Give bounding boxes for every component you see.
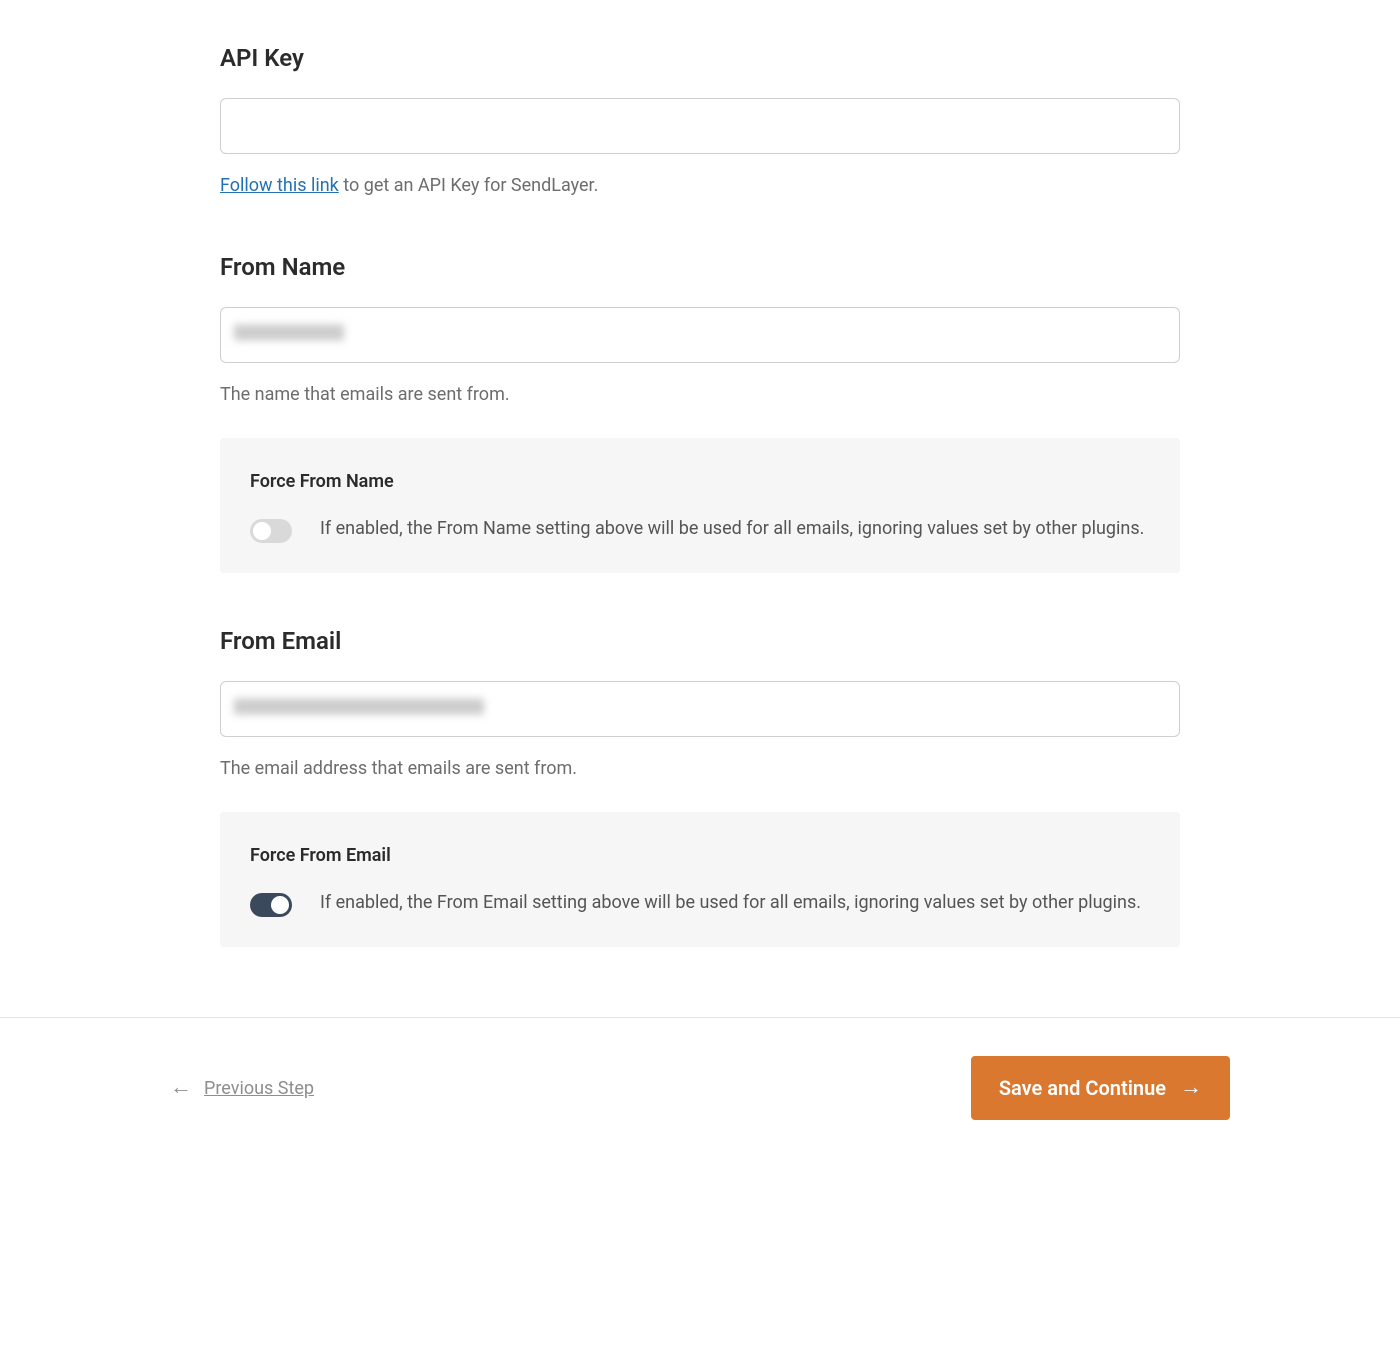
from-name-input[interactable] — [220, 307, 1180, 363]
previous-step-link[interactable]: ← Previous Step — [170, 1075, 314, 1102]
force-from-email-toggle[interactable] — [250, 893, 292, 917]
force-from-name-box: Force From Name If enabled, the From Nam… — [220, 438, 1180, 573]
api-key-input[interactable] — [220, 98, 1180, 154]
from-name-help: The name that emails are sent from. — [220, 381, 1180, 408]
force-from-email-desc: If enabled, the From Email setting above… — [320, 889, 1141, 917]
force-from-email-box: Force From Email If enabled, the From Em… — [220, 812, 1180, 947]
api-key-help: Follow this link to get an API Key for S… — [220, 172, 1180, 199]
from-email-label: From Email — [220, 623, 1180, 659]
save-continue-label: Save and Continue — [999, 1076, 1166, 1100]
from-name-label: From Name — [220, 249, 1180, 285]
toggle-knob — [271, 896, 289, 914]
previous-step-label: Previous Step — [204, 1075, 314, 1102]
api-key-link[interactable]: Follow this link — [220, 175, 339, 196]
arrow-right-icon: → — [1180, 1077, 1202, 1099]
from-email-help: The email address that emails are sent f… — [220, 755, 1180, 782]
force-from-name-title: Force From Name — [250, 468, 1150, 495]
from-email-section: From Email The email address that emails… — [220, 623, 1180, 947]
force-from-email-title: Force From Email — [250, 842, 1150, 869]
toggle-knob — [253, 522, 271, 540]
force-from-name-desc: If enabled, the From Name setting above … — [320, 515, 1144, 543]
footer: ← Previous Step Save and Continue → — [140, 1018, 1260, 1160]
from-email-input[interactable] — [220, 681, 1180, 737]
force-from-name-toggle[interactable] — [250, 519, 292, 543]
from-name-section: From Name The name that emails are sent … — [220, 249, 1180, 573]
api-key-section: API Key Follow this link to get an API K… — [220, 40, 1180, 199]
api-key-help-text: to get an API Key for SendLayer. — [339, 175, 599, 196]
arrow-left-icon: ← — [170, 1077, 192, 1099]
save-continue-button[interactable]: Save and Continue → — [971, 1056, 1230, 1120]
api-key-label: API Key — [220, 40, 1180, 76]
